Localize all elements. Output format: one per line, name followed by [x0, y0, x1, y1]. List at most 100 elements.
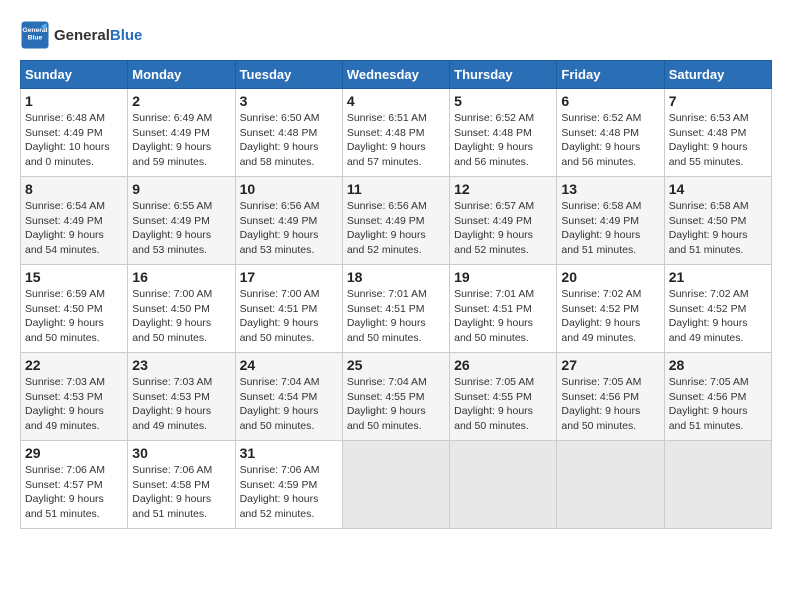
day-number: 8 [25, 181, 123, 197]
day-number: 12 [454, 181, 552, 197]
day-number: 20 [561, 269, 659, 285]
day-info: Sunrise: 7:04 AMSunset: 4:55 PMDaylight:… [347, 375, 445, 434]
day-info: Sunrise: 6:54 AMSunset: 4:49 PMDaylight:… [25, 199, 123, 258]
logo-icon: General Blue [20, 20, 50, 50]
day-number: 21 [669, 269, 767, 285]
calendar-cell: 21 Sunrise: 7:02 AMSunset: 4:52 PMDayligh… [664, 265, 771, 353]
day-info: Sunrise: 7:05 AMSunset: 4:56 PMDaylight:… [561, 375, 659, 434]
header: General Blue GeneralBlue [20, 20, 772, 50]
calendar-cell: 27 Sunrise: 7:05 AMSunset: 4:56 PMDayligh… [557, 353, 664, 441]
calendar-cell: 11 Sunrise: 6:56 AMSunset: 4:49 PMDayligh… [342, 177, 449, 265]
day-info: Sunrise: 7:04 AMSunset: 4:54 PMDaylight:… [240, 375, 338, 434]
calendar-cell: 1 Sunrise: 6:48 AMSunset: 4:49 PMDaylight… [21, 89, 128, 177]
day-info: Sunrise: 6:56 AMSunset: 4:49 PMDaylight:… [240, 199, 338, 258]
calendar-cell: 12 Sunrise: 6:57 AMSunset: 4:49 PMDayligh… [450, 177, 557, 265]
day-info: Sunrise: 6:49 AMSunset: 4:49 PMDaylight:… [132, 111, 230, 170]
calendar-cell: 13 Sunrise: 6:58 AMSunset: 4:49 PMDayligh… [557, 177, 664, 265]
day-number: 11 [347, 181, 445, 197]
calendar-cell: 24 Sunrise: 7:04 AMSunset: 4:54 PMDayligh… [235, 353, 342, 441]
day-number: 22 [25, 357, 123, 373]
calendar-header-monday: Monday [128, 61, 235, 89]
day-number: 10 [240, 181, 338, 197]
day-info: Sunrise: 7:00 AMSunset: 4:51 PMDaylight:… [240, 287, 338, 346]
day-info: Sunrise: 7:01 AMSunset: 4:51 PMDaylight:… [454, 287, 552, 346]
day-number: 15 [25, 269, 123, 285]
day-info: Sunrise: 6:58 AMSunset: 4:49 PMDaylight:… [561, 199, 659, 258]
calendar-header: SundayMondayTuesdayWednesdayThursdayFrid… [21, 61, 772, 89]
logo-text: GeneralBlue [54, 27, 142, 44]
day-number: 17 [240, 269, 338, 285]
calendar-cell: 7 Sunrise: 6:53 AMSunset: 4:48 PMDaylight… [664, 89, 771, 177]
day-number: 3 [240, 93, 338, 109]
calendar-cell: 26 Sunrise: 7:05 AMSunset: 4:55 PMDayligh… [450, 353, 557, 441]
day-info: Sunrise: 6:51 AMSunset: 4:48 PMDaylight:… [347, 111, 445, 170]
day-info: Sunrise: 7:02 AMSunset: 4:52 PMDaylight:… [561, 287, 659, 346]
calendar-cell: 2 Sunrise: 6:49 AMSunset: 4:49 PMDaylight… [128, 89, 235, 177]
day-number: 7 [669, 93, 767, 109]
day-number: 23 [132, 357, 230, 373]
day-number: 26 [454, 357, 552, 373]
day-info: Sunrise: 7:03 AMSunset: 4:53 PMDaylight:… [132, 375, 230, 434]
calendar-cell: 19Sunrise: 7:01 AMSunset: 4:51 PMDayligh… [450, 265, 557, 353]
calendar-cell: 17 Sunrise: 7:00 AMSunset: 4:51 PMDayligh… [235, 265, 342, 353]
day-info: Sunrise: 7:05 AMSunset: 4:56 PMDaylight:… [669, 375, 767, 434]
day-number: 14 [669, 181, 767, 197]
calendar-cell: 18 Sunrise: 7:01 AMSunset: 4:51 PMDayligh… [342, 265, 449, 353]
day-number: 30 [132, 445, 230, 461]
calendar-cell: 29 Sunrise: 7:06 AMSunset: 4:57 PMDayligh… [21, 441, 128, 529]
day-info: Sunrise: 6:53 AMSunset: 4:48 PMDaylight:… [669, 111, 767, 170]
calendar-cell: 5 Sunrise: 6:52 AMSunset: 4:48 PMDaylight… [450, 89, 557, 177]
day-number: 4 [347, 93, 445, 109]
calendar-cell: 14 Sunrise: 6:58 AMSunset: 4:50 PMDayligh… [664, 177, 771, 265]
calendar-header-saturday: Saturday [664, 61, 771, 89]
day-number: 16 [132, 269, 230, 285]
day-info: Sunrise: 7:06 AMSunset: 4:59 PMDaylight:… [240, 463, 338, 522]
day-number: 6 [561, 93, 659, 109]
day-info: Sunrise: 7:00 AMSunset: 4:50 PMDaylight:… [132, 287, 230, 346]
calendar-cell: 9Sunrise: 6:55 AMSunset: 4:49 PMDaylight… [128, 177, 235, 265]
day-info: Sunrise: 6:52 AMSunset: 4:48 PMDaylight:… [454, 111, 552, 170]
calendar-cell: 28 Sunrise: 7:05 AMSunset: 4:56 PMDayligh… [664, 353, 771, 441]
day-info: Sunrise: 6:56 AMSunset: 4:49 PMDaylight:… [347, 199, 445, 258]
day-number: 18 [347, 269, 445, 285]
calendar-header-thursday: Thursday [450, 61, 557, 89]
day-info: Sunrise: 7:01 AMSunset: 4:51 PMDaylight:… [347, 287, 445, 346]
day-number: 5 [454, 93, 552, 109]
day-info: Sunrise: 7:06 AMSunset: 4:58 PMDaylight:… [132, 463, 230, 522]
calendar-cell: 23 Sunrise: 7:03 AMSunset: 4:53 PMDayligh… [128, 353, 235, 441]
day-number: 27 [561, 357, 659, 373]
calendar-cell: 10 Sunrise: 6:56 AMSunset: 4:49 PMDayligh… [235, 177, 342, 265]
day-number: 1 [25, 93, 123, 109]
day-info: Sunrise: 7:05 AMSunset: 4:55 PMDaylight:… [454, 375, 552, 434]
day-info: Sunrise: 6:55 AMSunset: 4:49 PMDaylight:… [132, 199, 230, 258]
day-info: Sunrise: 6:52 AMSunset: 4:48 PMDaylight:… [561, 111, 659, 170]
calendar-cell: 16 Sunrise: 7:00 AMSunset: 4:50 PMDayligh… [128, 265, 235, 353]
day-info: Sunrise: 7:03 AMSunset: 4:53 PMDaylight:… [25, 375, 123, 434]
calendar-cell: 6 Sunrise: 6:52 AMSunset: 4:48 PMDaylight… [557, 89, 664, 177]
day-number: 28 [669, 357, 767, 373]
calendar-cell [450, 441, 557, 529]
day-number: 2 [132, 93, 230, 109]
calendar-cell: 30 Sunrise: 7:06 AMSunset: 4:58 PMDayligh… [128, 441, 235, 529]
day-number: 24 [240, 357, 338, 373]
calendar-header-friday: Friday [557, 61, 664, 89]
day-info: Sunrise: 6:58 AMSunset: 4:50 PMDaylight:… [669, 199, 767, 258]
calendar-cell: 3Sunrise: 6:50 AMSunset: 4:48 PMDaylight… [235, 89, 342, 177]
calendar-cell: 22 Sunrise: 7:03 AMSunset: 4:53 PMDayligh… [21, 353, 128, 441]
calendar-cell: 25Sunrise: 7:04 AMSunset: 4:55 PMDayligh… [342, 353, 449, 441]
calendar-cell: 8 Sunrise: 6:54 AMSunset: 4:49 PMDaylight… [21, 177, 128, 265]
day-info: Sunrise: 6:57 AMSunset: 4:49 PMDaylight:… [454, 199, 552, 258]
day-number: 13 [561, 181, 659, 197]
calendar-cell: 4 Sunrise: 6:51 AMSunset: 4:48 PMDaylight… [342, 89, 449, 177]
day-info: Sunrise: 6:48 AMSunset: 4:49 PMDaylight:… [25, 111, 123, 170]
calendar-header-tuesday: Tuesday [235, 61, 342, 89]
day-number: 31 [240, 445, 338, 461]
calendar-table: SundayMondayTuesdayWednesdayThursdayFrid… [20, 60, 772, 529]
day-number: 29 [25, 445, 123, 461]
calendar-cell: 20 Sunrise: 7:02 AMSunset: 4:52 PMDayligh… [557, 265, 664, 353]
day-info: Sunrise: 6:59 AMSunset: 4:50 PMDaylight:… [25, 287, 123, 346]
day-info: Sunrise: 7:06 AMSunset: 4:57 PMDaylight:… [25, 463, 123, 522]
day-info: Sunrise: 7:02 AMSunset: 4:52 PMDaylight:… [669, 287, 767, 346]
calendar-cell: 31 Sunrise: 7:06 AMSunset: 4:59 PMDayligh… [235, 441, 342, 529]
calendar-header-wednesday: Wednesday [342, 61, 449, 89]
